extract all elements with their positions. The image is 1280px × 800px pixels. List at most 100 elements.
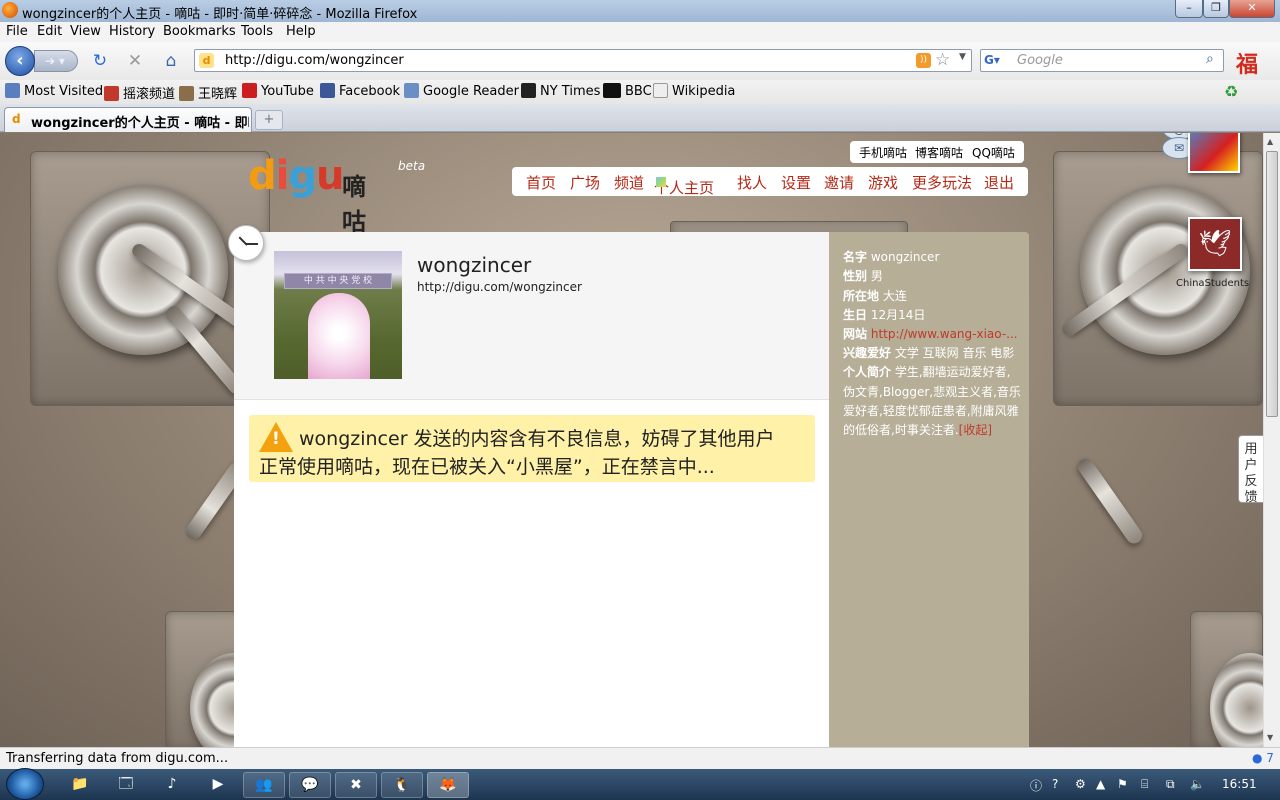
- explorer-icon[interactable]: 📁: [59, 772, 101, 798]
- nav-home[interactable]: 首页: [526, 172, 556, 193]
- tray-expand-icon[interactable]: ▲: [1096, 777, 1105, 791]
- menu-history[interactable]: History: [109, 24, 155, 39]
- volume-icon[interactable]: 🔈: [1190, 777, 1205, 791]
- device-icon[interactable]: ⌸: [1141, 777, 1148, 792]
- profile-location-row: 所在地 大连: [843, 289, 907, 303]
- bbc-icon: [603, 83, 621, 98]
- menu-bookmarks[interactable]: Bookmarks: [163, 24, 236, 39]
- menu-tools[interactable]: Tools: [241, 24, 273, 39]
- start-button[interactable]: [6, 768, 44, 800]
- nav-logout[interactable]: 退出: [984, 172, 1014, 193]
- bookmark-youtube[interactable]: YouTube: [242, 83, 314, 99]
- site-favicon: d: [199, 53, 214, 68]
- main-content: 中 共 中 央 党 校 wongzincer http://digu.com/w…: [234, 232, 829, 747]
- corner-badge-image[interactable]: [1188, 133, 1240, 173]
- url-dropdown-icon[interactable]: ▼: [959, 52, 966, 62]
- nav-channels[interactable]: 频道: [614, 172, 644, 193]
- avatar-sign-text: 中 共 中 央 党 校: [284, 273, 392, 289]
- close-button[interactable]: ✕: [1229, 0, 1275, 18]
- profile-website-row: 网站 http://www.wang-xiao-...: [843, 327, 1018, 341]
- wikipedia-icon: [653, 83, 668, 98]
- ime-icon[interactable]: ⓘ: [1030, 777, 1042, 794]
- settings-tray-icon[interactable]: ⚙: [1075, 777, 1086, 791]
- china-students-label[interactable]: ChinaStudents: [1176, 278, 1249, 289]
- google-icon[interactable]: G▾: [984, 53, 1000, 68]
- feedback-button[interactable]: 用户反馈: [1238, 435, 1263, 505]
- stop-icon[interactable]: ✕: [124, 50, 146, 72]
- sync-icon[interactable]: ♻: [1224, 82, 1238, 101]
- status-badge[interactable]: ● 7: [1252, 751, 1274, 765]
- search-bar[interactable]: G▾ Google ⌕: [980, 49, 1224, 72]
- maximize-button[interactable]: ❐: [1203, 0, 1229, 18]
- link-blog-digu[interactable]: 博客嘀咕: [915, 144, 963, 161]
- messenger-task[interactable]: 👥: [243, 772, 285, 798]
- help-icon[interactable]: ?: [1052, 777, 1058, 791]
- address-bar[interactable]: d http://digu.com/wongzincer )) ☆ ▼: [194, 49, 972, 72]
- bookmark-star-icon[interactable]: ☆: [935, 50, 950, 70]
- nav-find-people[interactable]: 找人: [737, 172, 767, 193]
- menu-help[interactable]: Help: [286, 24, 316, 39]
- media-app-icon[interactable]: ♪: [151, 772, 193, 798]
- tab-label: wongzincer的个人主页 - 嘀咕 - 即时...: [31, 116, 249, 131]
- nav-settings[interactable]: 设置: [781, 172, 811, 193]
- avatar-finger: [308, 293, 370, 379]
- back-button[interactable]: ‹: [5, 46, 35, 76]
- url-text[interactable]: http://digu.com/wongzincer: [225, 53, 404, 68]
- scroll-thumb[interactable]: [1266, 151, 1278, 417]
- bookmark-rock-channel[interactable]: 摇滚频道: [104, 83, 175, 102]
- profile-header: 中 共 中 央 党 校 wongzincer http://digu.com/w…: [234, 232, 829, 400]
- page-scrollbar[interactable]: ▲ ▼: [1263, 133, 1280, 747]
- bookmark-google-reader[interactable]: Google Reader: [404, 83, 519, 99]
- network-icon[interactable]: ⧉: [1166, 777, 1175, 792]
- flag-icon[interactable]: ⚑: [1117, 777, 1128, 791]
- collapse-link[interactable]: [收起]: [959, 423, 992, 437]
- forward-button[interactable]: ➔ ▾: [34, 50, 78, 72]
- bookmark-wikipedia[interactable]: Wikipedia: [653, 83, 735, 99]
- taskbar-clock[interactable]: 16:51: [1222, 777, 1257, 791]
- bookmark-bbc[interactable]: BBC: [603, 83, 652, 99]
- bookmark-wang-xiaohui[interactable]: 王晓辉: [179, 83, 237, 102]
- profile-url[interactable]: http://digu.com/wongzincer: [417, 280, 582, 294]
- nav-more[interactable]: 更多玩法: [912, 172, 972, 193]
- tab-active[interactable]: d wongzincer的个人主页 - 嘀咕 - 即时...: [4, 107, 252, 132]
- notes-app-icon[interactable]: 🗔: [105, 772, 147, 798]
- bookmark-most-visited[interactable]: Most Visited: [5, 83, 103, 99]
- minimize-button[interactable]: –: [1175, 0, 1203, 18]
- excel-task[interactable]: ✖: [335, 772, 377, 798]
- rss-icon[interactable]: )): [916, 53, 931, 68]
- search-input[interactable]: Google: [1017, 53, 1063, 68]
- menu-view[interactable]: View: [70, 24, 101, 39]
- menu-file[interactable]: File: [6, 24, 28, 39]
- media-player-icon[interactable]: ▶: [197, 772, 239, 798]
- logo-brand: digu: [248, 153, 345, 199]
- nav-games[interactable]: 游戏: [868, 172, 898, 193]
- link-mobile-digu[interactable]: 手机嘀咕: [859, 144, 907, 161]
- profile-bio-line: 的低俗者,时事关注者.[收起]: [843, 423, 993, 437]
- youtube-icon: [242, 83, 257, 98]
- profile-gender-row: 性别 男: [843, 269, 883, 283]
- bookmark-facebook[interactable]: Facebook: [320, 83, 400, 99]
- search-icon[interactable]: ⌕: [1206, 51, 1214, 67]
- menu-edit[interactable]: Edit: [37, 24, 62, 39]
- twitter-bird-icon[interactable]: 🕊: [1188, 217, 1242, 271]
- fu-addon-icon[interactable]: 福: [1236, 47, 1258, 79]
- scroll-up-icon[interactable]: ▲: [1267, 137, 1273, 146]
- profile-website-link[interactable]: http://www.wang-xiao-...: [871, 327, 1018, 341]
- chat-task[interactable]: 💬: [289, 772, 331, 798]
- profile-bio-line: 爱好者,轻度忧郁症患者,附庸风雅: [843, 404, 1019, 418]
- status-text: Transferring data from digu.com...: [6, 751, 229, 766]
- qq-task[interactable]: 🐧: [381, 772, 423, 798]
- clock-icon: [228, 225, 264, 261]
- ban-warning: ! wongzincer 发送的内容含有不良信息，妨碍了其他用户 正常使用嘀咕，…: [249, 415, 815, 482]
- nav-invite[interactable]: 邀请: [824, 172, 854, 193]
- link-qq-digu[interactable]: QQ嘀咕: [972, 144, 1015, 161]
- home-icon[interactable]: ⌂: [160, 50, 182, 72]
- new-tab-button[interactable]: +: [255, 110, 283, 130]
- reload-icon[interactable]: ↻: [89, 50, 111, 72]
- scroll-down-icon[interactable]: ▼: [1267, 733, 1273, 742]
- avatar[interactable]: 中 共 中 央 党 校: [274, 251, 402, 379]
- bookmark-nytimes[interactable]: NY Times: [521, 83, 600, 99]
- nav-square[interactable]: 广场: [570, 172, 600, 193]
- firefox-task[interactable]: 🦊: [427, 772, 469, 798]
- bookmarks-toolbar: Most Visited 摇滚频道 王晓辉 YouTube Facebook G…: [0, 80, 1280, 104]
